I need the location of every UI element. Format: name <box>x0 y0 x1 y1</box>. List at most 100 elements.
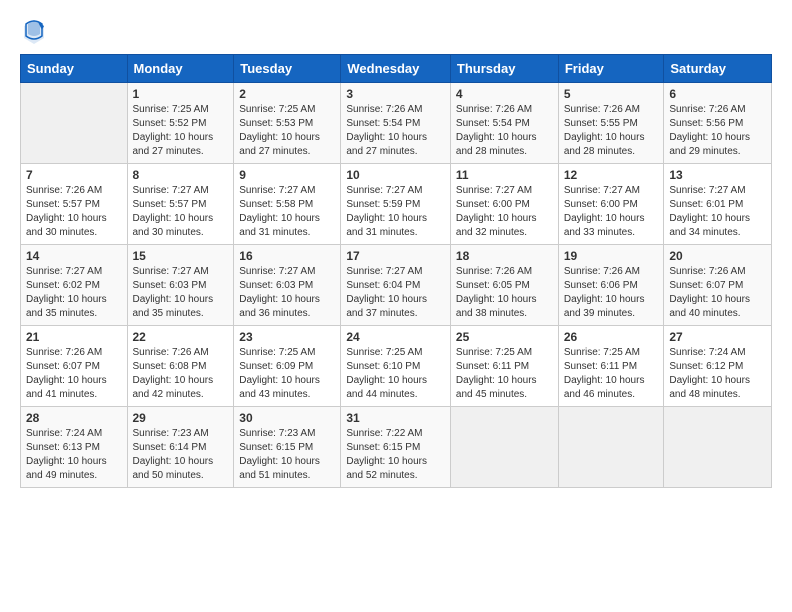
calendar-cell: 9 Sunrise: 7:27 AM Sunset: 5:58 PM Daylig… <box>234 164 341 245</box>
day-number: 21 <box>26 330 122 344</box>
day-info: Sunrise: 7:26 AM Sunset: 6:05 PM Dayligh… <box>456 265 553 321</box>
calendar-cell: 30 Sunrise: 7:23 AM Sunset: 6:15 PM Dayli… <box>234 407 341 488</box>
day-info: Sunrise: 7:24 AM Sunset: 6:13 PM Dayligh… <box>26 427 122 483</box>
calendar-cell: 24 Sunrise: 7:25 AM Sunset: 6:10 PM Dayli… <box>341 326 451 407</box>
day-number: 5 <box>564 87 659 101</box>
calendar-cell: 26 Sunrise: 7:25 AM Sunset: 6:11 PM Dayli… <box>558 326 664 407</box>
day-info: Sunrise: 7:27 AM Sunset: 6:00 PM Dayligh… <box>564 184 659 240</box>
calendar-week-row: 21 Sunrise: 7:26 AM Sunset: 6:07 PM Dayli… <box>21 326 772 407</box>
weekday-header-row: SundayMondayTuesdayWednesdayThursdayFrid… <box>21 55 772 83</box>
day-info: Sunrise: 7:25 AM Sunset: 5:53 PM Dayligh… <box>239 103 335 159</box>
day-number: 23 <box>239 330 335 344</box>
calendar-cell <box>558 407 664 488</box>
day-info: Sunrise: 7:27 AM Sunset: 5:58 PM Dayligh… <box>239 184 335 240</box>
logo-icon <box>20 16 48 44</box>
day-number: 3 <box>346 87 445 101</box>
day-info: Sunrise: 7:23 AM Sunset: 6:14 PM Dayligh… <box>133 427 229 483</box>
day-info: Sunrise: 7:27 AM Sunset: 5:57 PM Dayligh… <box>133 184 229 240</box>
calendar-cell: 7Sunrise: 7:26 AM Sunset: 5:57 PM Daylig… <box>21 164 128 245</box>
day-info: Sunrise: 7:27 AM Sunset: 6:00 PM Dayligh… <box>456 184 553 240</box>
calendar-cell: 3 Sunrise: 7:26 AM Sunset: 5:54 PM Daylig… <box>341 83 451 164</box>
day-number: 17 <box>346 249 445 263</box>
day-info: Sunrise: 7:27 AM Sunset: 6:03 PM Dayligh… <box>239 265 335 321</box>
calendar-cell: 1 Sunrise: 7:25 AM Sunset: 5:52 PM Daylig… <box>127 83 234 164</box>
day-number: 29 <box>133 411 229 425</box>
weekday-header-friday: Friday <box>558 55 664 83</box>
calendar-cell: 22Sunrise: 7:26 AM Sunset: 6:08 PM Dayli… <box>127 326 234 407</box>
calendar-table: SundayMondayTuesdayWednesdayThursdayFrid… <box>20 54 772 488</box>
day-number: 28 <box>26 411 122 425</box>
day-number: 31 <box>346 411 445 425</box>
calendar-cell: 4 Sunrise: 7:26 AM Sunset: 5:54 PM Daylig… <box>450 83 558 164</box>
weekday-header-thursday: Thursday <box>450 55 558 83</box>
day-info: Sunrise: 7:27 AM Sunset: 6:04 PM Dayligh… <box>346 265 445 321</box>
header <box>20 16 772 44</box>
day-info: Sunrise: 7:27 AM Sunset: 5:59 PM Dayligh… <box>346 184 445 240</box>
calendar-week-row: 14 Sunrise: 7:27 AM Sunset: 6:02 PM Dayli… <box>21 245 772 326</box>
day-number: 15 <box>133 249 229 263</box>
day-number: 9 <box>239 168 335 182</box>
day-info: Sunrise: 7:25 AM Sunset: 6:11 PM Dayligh… <box>564 346 659 402</box>
day-number: 13 <box>669 168 766 182</box>
page: SundayMondayTuesdayWednesdayThursdayFrid… <box>0 0 792 508</box>
calendar-cell: 16 Sunrise: 7:27 AM Sunset: 6:03 PM Dayli… <box>234 245 341 326</box>
calendar-cell <box>21 83 128 164</box>
calendar-cell: 31 Sunrise: 7:22 AM Sunset: 6:15 PM Dayli… <box>341 407 451 488</box>
day-info: Sunrise: 7:25 AM Sunset: 6:11 PM Dayligh… <box>456 346 553 402</box>
calendar-cell: 6Sunrise: 7:26 AM Sunset: 5:56 PM Daylig… <box>664 83 772 164</box>
day-info: Sunrise: 7:26 AM Sunset: 6:07 PM Dayligh… <box>669 265 766 321</box>
day-info: Sunrise: 7:26 AM Sunset: 6:06 PM Dayligh… <box>564 265 659 321</box>
calendar-cell: 17 Sunrise: 7:27 AM Sunset: 6:04 PM Dayli… <box>341 245 451 326</box>
day-info: Sunrise: 7:25 AM Sunset: 5:52 PM Dayligh… <box>133 103 229 159</box>
day-info: Sunrise: 7:26 AM Sunset: 5:54 PM Dayligh… <box>456 103 553 159</box>
day-number: 24 <box>346 330 445 344</box>
day-number: 1 <box>133 87 229 101</box>
day-info: Sunrise: 7:26 AM Sunset: 5:54 PM Dayligh… <box>346 103 445 159</box>
day-info: Sunrise: 7:25 AM Sunset: 6:10 PM Dayligh… <box>346 346 445 402</box>
calendar-week-row: 28 Sunrise: 7:24 AM Sunset: 6:13 PM Dayli… <box>21 407 772 488</box>
calendar-cell: 20 Sunrise: 7:26 AM Sunset: 6:07 PM Dayli… <box>664 245 772 326</box>
day-number: 30 <box>239 411 335 425</box>
day-number: 18 <box>456 249 553 263</box>
day-info: Sunrise: 7:27 AM Sunset: 6:03 PM Dayligh… <box>133 265 229 321</box>
calendar-week-row: 7Sunrise: 7:26 AM Sunset: 5:57 PM Daylig… <box>21 164 772 245</box>
weekday-header-sunday: Sunday <box>21 55 128 83</box>
day-number: 2 <box>239 87 335 101</box>
calendar-cell <box>450 407 558 488</box>
day-number: 16 <box>239 249 335 263</box>
calendar-cell: 25 Sunrise: 7:25 AM Sunset: 6:11 PM Dayli… <box>450 326 558 407</box>
day-info: Sunrise: 7:26 AM Sunset: 6:08 PM Dayligh… <box>133 346 229 402</box>
calendar-cell: 11Sunrise: 7:27 AM Sunset: 6:00 PM Dayli… <box>450 164 558 245</box>
day-info: Sunrise: 7:23 AM Sunset: 6:15 PM Dayligh… <box>239 427 335 483</box>
day-number: 12 <box>564 168 659 182</box>
calendar-cell: 28 Sunrise: 7:24 AM Sunset: 6:13 PM Dayli… <box>21 407 128 488</box>
calendar-cell: 27 Sunrise: 7:24 AM Sunset: 6:12 PM Dayli… <box>664 326 772 407</box>
day-info: Sunrise: 7:26 AM Sunset: 6:07 PM Dayligh… <box>26 346 122 402</box>
calendar-week-row: 1 Sunrise: 7:25 AM Sunset: 5:52 PM Daylig… <box>21 83 772 164</box>
calendar-cell: 2 Sunrise: 7:25 AM Sunset: 5:53 PM Daylig… <box>234 83 341 164</box>
calendar-cell <box>664 407 772 488</box>
day-info: Sunrise: 7:24 AM Sunset: 6:12 PM Dayligh… <box>669 346 766 402</box>
day-number: 27 <box>669 330 766 344</box>
calendar-cell: 23 Sunrise: 7:25 AM Sunset: 6:09 PM Dayli… <box>234 326 341 407</box>
calendar-cell: 10Sunrise: 7:27 AM Sunset: 5:59 PM Dayli… <box>341 164 451 245</box>
day-info: Sunrise: 7:27 AM Sunset: 6:01 PM Dayligh… <box>669 184 766 240</box>
day-number: 20 <box>669 249 766 263</box>
day-info: Sunrise: 7:26 AM Sunset: 5:57 PM Dayligh… <box>26 184 122 240</box>
calendar-cell: 5Sunrise: 7:26 AM Sunset: 5:55 PM Daylig… <box>558 83 664 164</box>
day-number: 26 <box>564 330 659 344</box>
day-info: Sunrise: 7:27 AM Sunset: 6:02 PM Dayligh… <box>26 265 122 321</box>
day-info: Sunrise: 7:22 AM Sunset: 6:15 PM Dayligh… <box>346 427 445 483</box>
logo <box>20 16 52 44</box>
weekday-header-monday: Monday <box>127 55 234 83</box>
calendar-cell: 21 Sunrise: 7:26 AM Sunset: 6:07 PM Dayli… <box>21 326 128 407</box>
calendar-cell: 15 Sunrise: 7:27 AM Sunset: 6:03 PM Dayli… <box>127 245 234 326</box>
day-number: 25 <box>456 330 553 344</box>
day-number: 4 <box>456 87 553 101</box>
day-number: 14 <box>26 249 122 263</box>
day-info: Sunrise: 7:25 AM Sunset: 6:09 PM Dayligh… <box>239 346 335 402</box>
calendar-cell: 19Sunrise: 7:26 AM Sunset: 6:06 PM Dayli… <box>558 245 664 326</box>
weekday-header-tuesday: Tuesday <box>234 55 341 83</box>
day-info: Sunrise: 7:26 AM Sunset: 5:56 PM Dayligh… <box>669 103 766 159</box>
calendar-cell: 29 Sunrise: 7:23 AM Sunset: 6:14 PM Dayli… <box>127 407 234 488</box>
